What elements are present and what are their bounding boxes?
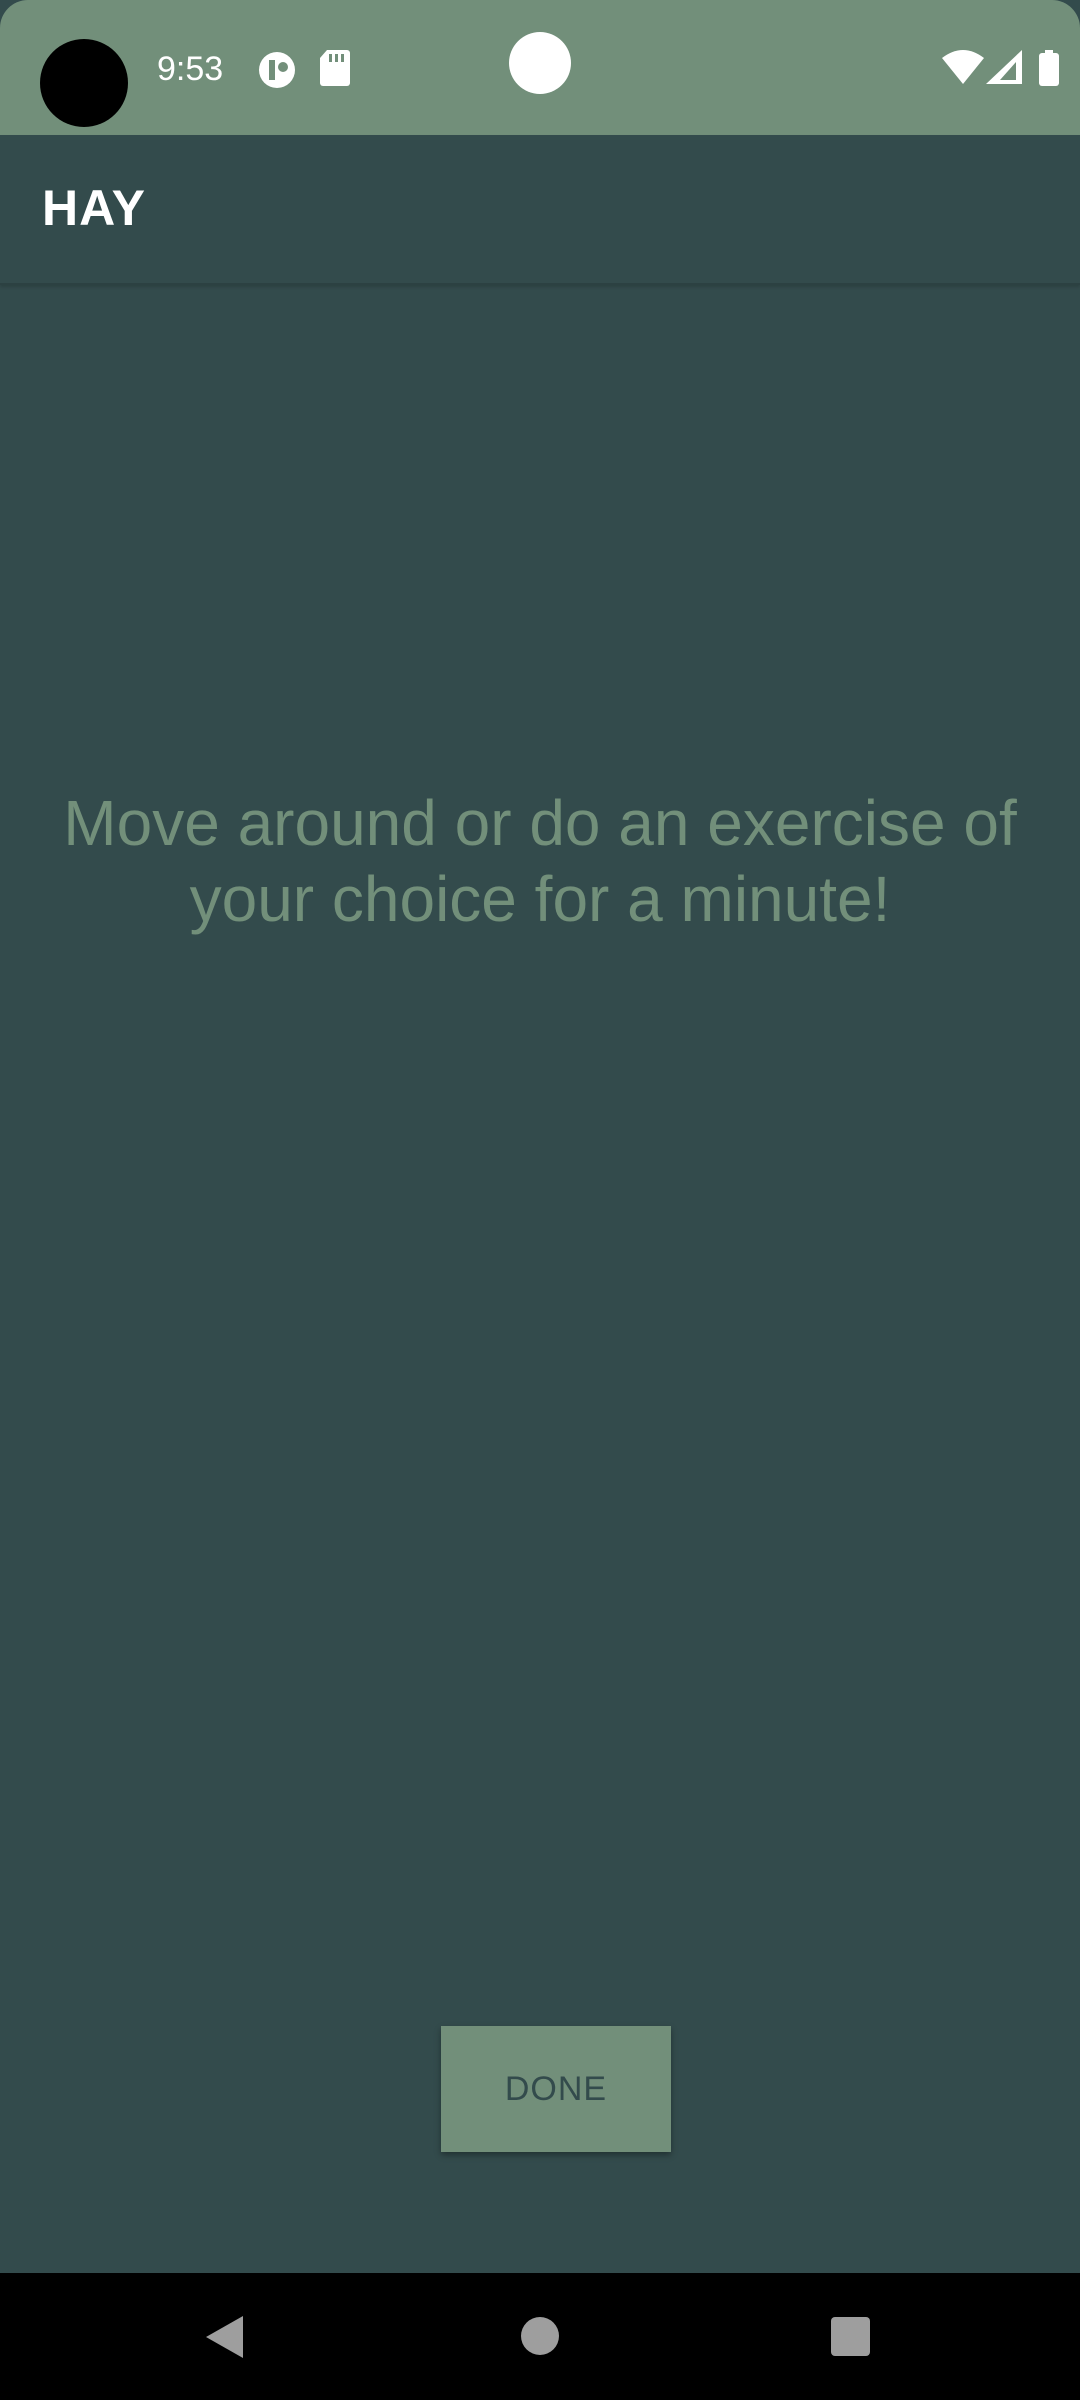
cell-signal-icon: [986, 50, 1022, 84]
status-bar: 9:53: [0, 0, 1080, 135]
data-saver-icon: [259, 52, 295, 88]
back-icon[interactable]: [206, 2316, 243, 2358]
notification-dot-icon: [509, 32, 571, 94]
camera-cutout: [40, 39, 128, 127]
screen: 9:53 HAY Move around or do an exercise o…: [0, 0, 1080, 2400]
main-content: Move around or do an exercise of your ch…: [0, 285, 1080, 2273]
sd-card-icon: [320, 50, 350, 86]
recents-icon[interactable]: [831, 2317, 870, 2356]
status-time: 9:53: [157, 50, 224, 88]
app-bar: HAY: [0, 135, 1080, 285]
app-title: HAY: [42, 180, 146, 236]
navigation-bar: [0, 2273, 1080, 2400]
home-icon[interactable]: [521, 2317, 559, 2355]
wifi-icon: [942, 50, 984, 84]
done-button[interactable]: DONE: [441, 2026, 671, 2152]
battery-icon: [1039, 50, 1059, 86]
exercise-message: Move around or do an exercise of your ch…: [63, 787, 1017, 935]
